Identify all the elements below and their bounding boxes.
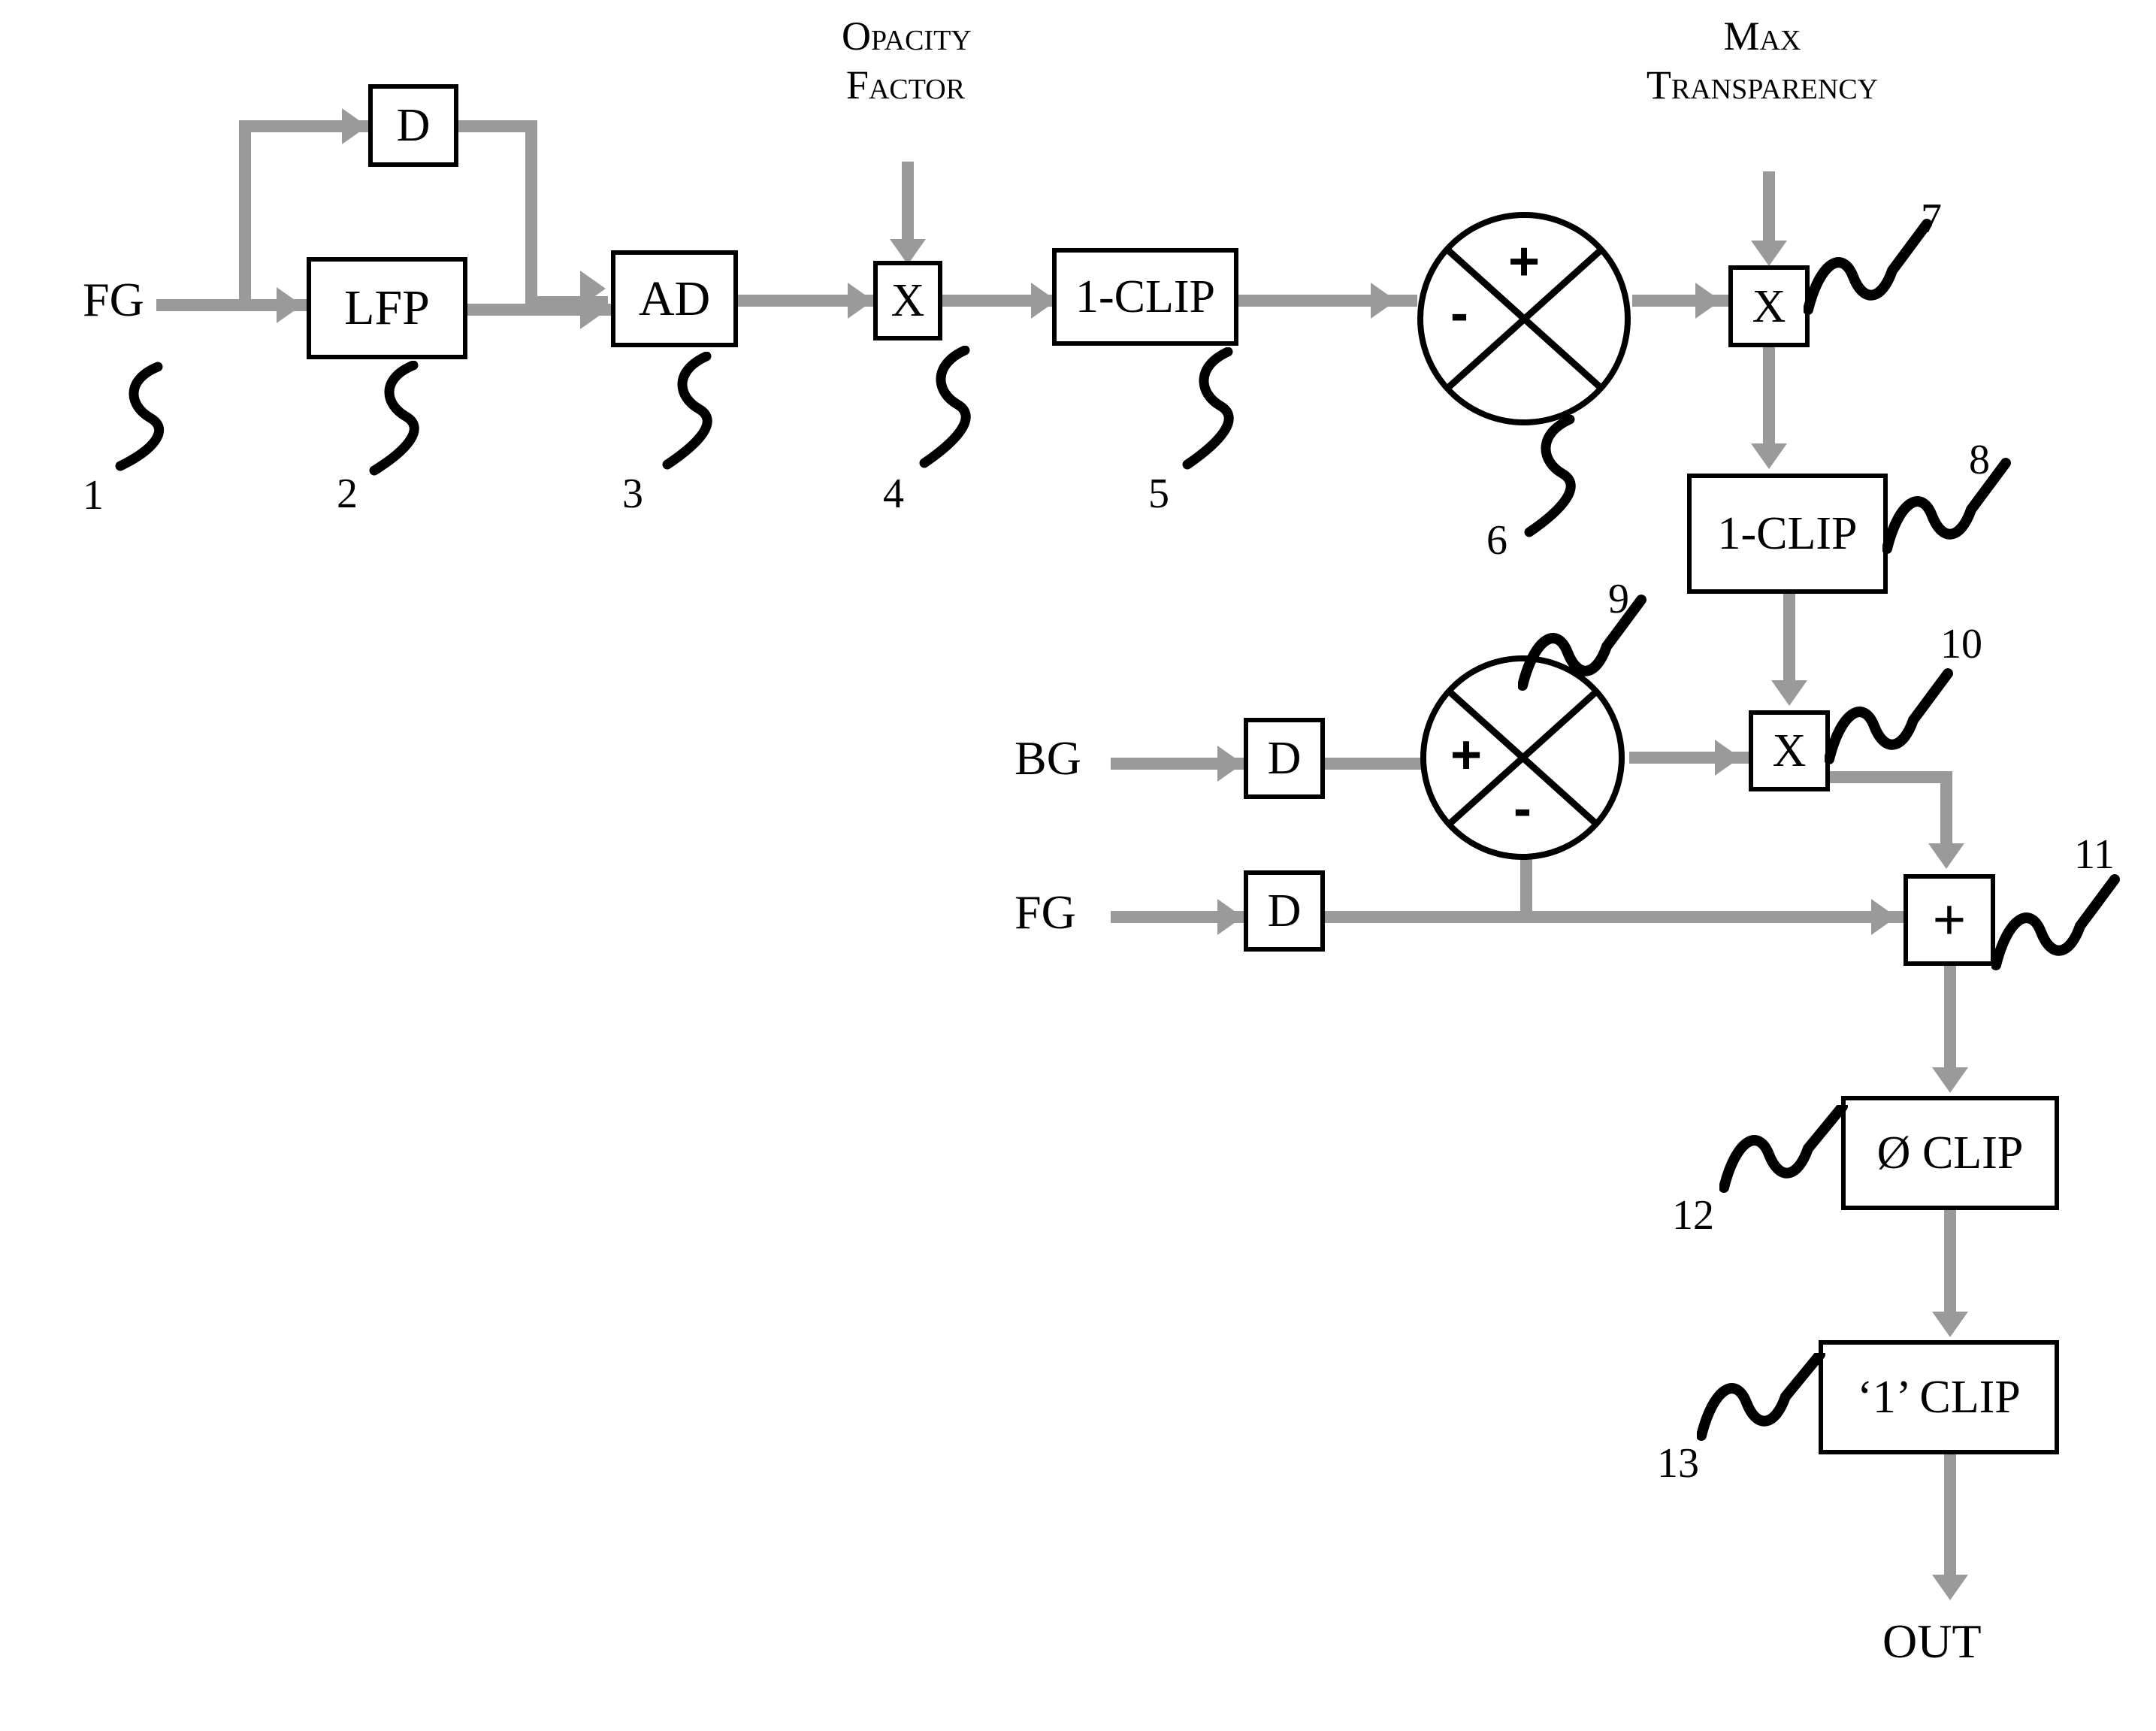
connector-oneclip-to-out [1944, 1453, 1956, 1581]
arrowhead-mul3-to-adder [1928, 843, 1964, 869]
max-transparency-line-2: Transparency [1646, 62, 1879, 107]
leader-squiggle-12 [1719, 1105, 1848, 1193]
block-label: AD [638, 271, 711, 326]
arrowhead-bg-to-dbg [1217, 746, 1243, 782]
block-label: ‘1’ CLIP [1857, 1372, 2021, 1423]
connector-mul3-out [1828, 771, 1952, 783]
reference-numeral-11: 11 [2074, 831, 2115, 878]
input-label-fg-top: FG [83, 273, 144, 326]
block-one-clip-13[interactable]: ‘1’ CLIP [1819, 1340, 2059, 1454]
arrowhead-circ1-to-mul2 [1695, 283, 1721, 319]
block-multiplier-4[interactable]: X [873, 261, 942, 340]
input-label-bg: BG [1014, 731, 1081, 785]
leader-squiggle-13 [1697, 1353, 1825, 1441]
connector-zeroclip-to-oneclip [1944, 1209, 1956, 1314]
block-label: LFP [344, 280, 430, 335]
block-label: X [891, 275, 925, 326]
connector-d-down [525, 120, 537, 308]
block-delay-fg[interactable]: D [1244, 870, 1325, 952]
leader-squiggle-1 [115, 362, 165, 471]
block-label: Ø CLIP [1876, 1127, 2024, 1179]
reference-numeral-10: 10 [1940, 621, 1982, 667]
block-ad[interactable]: AD [611, 250, 738, 347]
block-one-minus-clip-8[interactable]: 1-CLIP [1687, 474, 1888, 594]
leader-squiggle-11 [1991, 874, 2120, 970]
operator-sign-plus: + [1507, 232, 1541, 292]
connector-mul2-to-clip2 [1763, 346, 1775, 447]
reference-numeral-2: 2 [337, 471, 358, 517]
block-adder-11[interactable]: + [1904, 874, 1995, 966]
block-multiplier-10[interactable]: X [1749, 710, 1830, 791]
block-label: 1-CLIP [1717, 508, 1858, 559]
leader-squiggle-7 [1804, 219, 1932, 315]
block-lfp[interactable]: LFP [307, 257, 467, 359]
leader-squiggle-3 [662, 352, 712, 470]
arrowhead-lfp-to-ad [580, 293, 606, 329]
block-zero-clip-12[interactable]: Ø CLIP [1841, 1096, 2059, 1210]
block-label: X [1752, 280, 1786, 332]
leader-squiggle-4 [919, 346, 971, 468]
connector-circ2-to-mul3 [1629, 752, 1761, 764]
block-multiplier-7[interactable]: X [1728, 265, 1810, 347]
input-label-opacity-factor: Opacity Factor [842, 14, 972, 107]
block-delay-bg[interactable]: D [1244, 718, 1325, 799]
opacity-factor-line-1: Opacity [842, 14, 972, 59]
arrowhead-adder-to-zeroclip [1932, 1067, 1968, 1093]
reference-numeral-4: 4 [883, 471, 904, 517]
reference-numeral-12: 12 [1672, 1192, 1714, 1239]
max-transparency-line-1: Max [1723, 14, 1801, 59]
connector-dfg-to-adder [1308, 911, 1909, 923]
operator-sign-minus: - [1513, 779, 1532, 839]
arrowhead-clip1-to-circ1 [1371, 283, 1396, 319]
reference-numeral-3: 3 [622, 471, 643, 517]
block-label: D [1267, 885, 1302, 937]
output-label-out: OUT [1882, 1614, 1982, 1668]
connector-maxtransp-to-mul2 [1763, 171, 1775, 250]
connector-fg-branch-up [239, 120, 251, 304]
arrowhead-fg-to-lfp [277, 287, 302, 323]
leader-squiggle-9 [1518, 595, 1646, 691]
arrowhead-ad-to-mul1 [848, 283, 873, 319]
leader-squiggle-6 [1524, 415, 1576, 537]
block-one-minus-clip-5[interactable]: 1-CLIP [1052, 248, 1238, 346]
input-label-max-transparency: Max Transparency [1646, 15, 1879, 106]
arrowhead-into-d-top [342, 108, 367, 144]
block-label: D [396, 100, 431, 151]
connector-clip2-to-mul3 [1783, 592, 1795, 682]
connector-opacity-to-mul1 [902, 162, 914, 252]
reference-numeral-1: 1 [83, 472, 104, 519]
arrowhead-circ2-to-mul3 [1715, 740, 1740, 776]
input-label-fg-mid: FG [1014, 885, 1076, 939]
block-label: D [1267, 733, 1302, 784]
leader-squiggle-10 [1825, 668, 1953, 764]
block-label: X [1772, 725, 1807, 776]
block-delay-top[interactable]: D [368, 84, 458, 167]
leader-squiggle-2 [369, 361, 419, 476]
arrowhead-dfg-to-adder [1871, 899, 1897, 935]
block-label: 1-CLIP [1075, 271, 1215, 322]
arrowhead-clip2-to-mul3 [1771, 680, 1807, 706]
operator-sign-plus: + [1450, 725, 1483, 785]
arrowhead-zeroclip-to-oneclip [1932, 1312, 1968, 1337]
arrowhead-maxtransp-to-mul2 [1751, 241, 1787, 266]
arrowhead-oneclip-to-out [1932, 1575, 1968, 1600]
block-label: + [1932, 888, 1967, 952]
opacity-factor-line-2: Factor [845, 62, 966, 107]
arrowhead-mul2-to-clip2 [1751, 443, 1787, 469]
arrowhead-fgmid-to-dfg [1217, 899, 1243, 935]
diagram-canvas: D LFP AD X 1-CLIP X 1-CLIP D D X + Ø CLI… [0, 0, 2156, 1731]
connector-adder-to-zeroclip [1944, 964, 1956, 1070]
operator-circle-6[interactable]: + - [1417, 212, 1631, 425]
operator-sign-minus: - [1450, 283, 1468, 343]
connector-mul3-down [1940, 771, 1952, 854]
reference-numeral-5: 5 [1148, 471, 1169, 517]
leader-squiggle-5 [1182, 347, 1234, 470]
reference-numeral-13: 13 [1657, 1440, 1699, 1487]
leader-squiggle-8 [1882, 458, 2011, 554]
connector-circ1-to-mul2 [1632, 295, 1741, 307]
